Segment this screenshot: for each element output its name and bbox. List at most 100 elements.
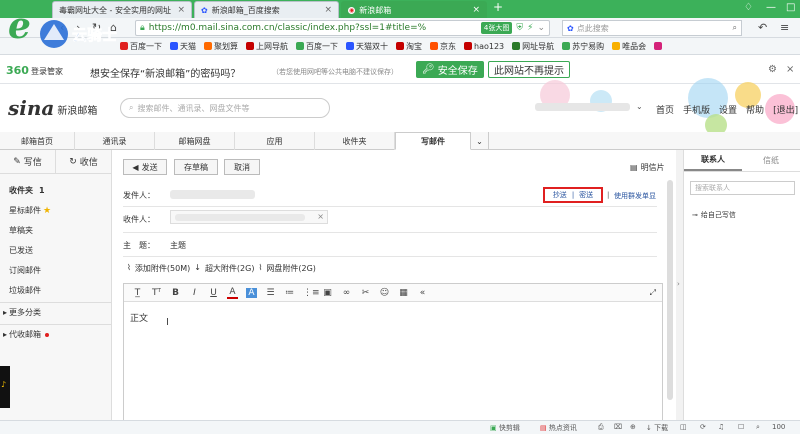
icon-shortcut[interactable]: ☐ [738, 423, 744, 431]
bookmark-item[interactable]: 百度一下 [296, 41, 338, 52]
font-color-icon[interactable]: A [227, 287, 238, 299]
sidebar-item-more[interactable]: ▸ 更多分类 [3, 307, 41, 318]
music-widget[interactable]: ♪ [0, 366, 10, 408]
close-icon[interactable]: × [786, 64, 794, 75]
icon-shortcut[interactable]: ⊕ [630, 423, 636, 431]
add-attachment-link[interactable]: 添加附件(50M) [135, 263, 190, 274]
write-to-self-link[interactable]: ⊸ 给自己写信 [692, 210, 736, 220]
gear-icon[interactable]: ⚙ [768, 64, 777, 75]
bookmark-item[interactable]: 京东 [430, 41, 456, 52]
mail-search-input[interactable]: ⌕ 搜索邮件、通讯录、网盘文件等 [120, 98, 330, 118]
icon-shortcut[interactable]: ◫ [680, 423, 687, 431]
link-logout[interactable]: [退出] [773, 103, 798, 116]
bookmark-item[interactable]: 淘宝 [396, 41, 422, 52]
sidebar-item-proxy-mail[interactable]: ▸ 代收邮箱 [3, 329, 50, 340]
tab-mail-home[interactable]: 邮箱首页 [0, 132, 75, 150]
bookmark-item[interactable]: 天猫双十 [346, 41, 388, 52]
close-icon[interactable]: × [472, 5, 480, 15]
cloud-attachment-link[interactable]: 网盘附件(2G) [266, 263, 316, 274]
tab-cloud-drive[interactable]: 邮箱网盘 [155, 132, 235, 150]
browser-search-input[interactable]: ✿ 点此搜索 ⌕ [562, 20, 742, 36]
font-icon[interactable]: T̲ [132, 288, 143, 298]
sidebar-item-subscriptions[interactable]: 订阅邮件 [9, 265, 41, 276]
search-icon[interactable]: ⌕ [733, 23, 737, 33]
bookmark-item[interactable]: hao123 [464, 42, 504, 51]
link-icon[interactable]: ∞ [341, 288, 352, 298]
expand-icon[interactable]: ⤢ [650, 288, 656, 298]
italic-icon[interactable]: I [189, 288, 200, 298]
panel-collapse-bar[interactable]: › [676, 150, 683, 420]
save-password-button[interactable]: 🔑︎ 安全保存 [416, 61, 484, 78]
align-icon[interactable]: ☰ [265, 288, 276, 298]
table-icon[interactable]: ▦ [398, 288, 409, 298]
scissors-icon[interactable]: ✂ [360, 288, 371, 298]
icon-shortcut[interactable]: ⌕ [756, 423, 760, 432]
tab-contacts[interactable]: 通讯录 [75, 132, 155, 150]
compose-scrollbar[interactable] [667, 180, 673, 400]
tab-contacts-panel[interactable]: 联系人 [684, 150, 742, 171]
chevron-down-icon[interactable]: ⌄ [636, 102, 643, 111]
bookmark-item[interactable]: 天猫 [170, 41, 196, 52]
sidebar-item-starred[interactable]: 星标邮件 ★ [9, 205, 51, 216]
sidebar-item-drafts[interactable]: 草稿夹 [9, 225, 33, 236]
bcc-link[interactable]: 密送 [579, 190, 593, 200]
link-home[interactable]: 首页 [656, 103, 674, 116]
postcard-link[interactable]: ▤ 明信片 [630, 162, 665, 173]
quick-edit-item[interactable]: ▣ 快剪辑 [490, 423, 520, 433]
cc-link[interactable]: 抄送 [553, 190, 567, 200]
bookmark-item[interactable]: 网址导航 [512, 41, 554, 52]
tab-apps[interactable]: 应用 [235, 132, 315, 150]
link-help[interactable]: 帮助 [746, 103, 764, 116]
sidebar-item-inbox[interactable]: 收件夹 1 [9, 185, 45, 196]
shirt-icon[interactable]: ♢ [744, 2, 753, 13]
never-prompt-button[interactable]: 此网站不再提示 [488, 61, 570, 78]
icon-shortcut[interactable]: ♫ [718, 423, 724, 431]
font-size-icon[interactable]: Tᵀ [151, 288, 162, 298]
link-settings[interactable]: 设置 [719, 103, 737, 116]
emoji-icon[interactable]: ☺ [379, 288, 390, 298]
chevron-down-icon[interactable]: ⌄ [537, 23, 545, 33]
bold-icon[interactable]: B [170, 288, 181, 298]
indent-icon[interactable]: ⋮≡ [303, 288, 320, 298]
cancel-button[interactable]: 取消 [224, 159, 260, 175]
chevron-down-icon[interactable]: ⌄ [471, 132, 489, 150]
collapse-icon[interactable]: « [417, 288, 428, 298]
minimize-icon[interactable]: — [766, 2, 776, 13]
list-icon[interactable]: ≔ [284, 288, 295, 298]
zoom-level[interactable]: 100 [772, 423, 785, 431]
tab-compose[interactable]: 写邮件 [395, 132, 471, 150]
bookmark-item[interactable]: 唯品会 [612, 41, 646, 52]
bookmark-item[interactable]: 聚划算 [204, 41, 238, 52]
individual-send-link[interactable]: 使用群发单显 [614, 191, 656, 201]
url-input[interactable]: 🔒︎ https://m0.mail.sina.com.cn/classic/i… [135, 20, 550, 36]
bookmark-item[interactable]: 苏宁易购 [562, 41, 604, 52]
close-icon[interactable]: × [177, 5, 185, 15]
send-button[interactable]: ◀ 发送 [123, 159, 167, 175]
underline-icon[interactable]: U [208, 288, 219, 298]
contact-search-input[interactable]: 搜索联系人 [690, 181, 795, 195]
hot-news-item[interactable]: ▤ 热点资讯 [540, 423, 577, 433]
shield-icon[interactable]: ⛨ [516, 23, 523, 33]
user-account-blurred[interactable] [535, 103, 630, 111]
link-mobile[interactable]: 手机版 [683, 103, 710, 116]
download-item[interactable]: ↓ 下载 [646, 423, 668, 433]
subject-input[interactable]: 主题 [170, 240, 186, 251]
icon-shortcut[interactable]: ⟳ [700, 423, 706, 431]
new-tab-button[interactable]: + [493, 0, 503, 14]
super-attachment-link[interactable]: 超大附件(2G) [205, 263, 255, 274]
close-icon[interactable]: × [317, 212, 324, 221]
image-icon[interactable]: ▣ [322, 288, 333, 298]
icon-shortcut[interactable]: ⎙ [598, 423, 604, 432]
tab-inbox[interactable]: 收件夹 [315, 132, 395, 150]
browser-tab-baidu[interactable]: ✿ 新浪邮箱_百度搜索 × [194, 1, 339, 18]
highlight-icon[interactable]: A [246, 287, 257, 298]
icon-shortcut[interactable]: ⌧ [614, 423, 622, 431]
receive-button[interactable]: ↻ 收信 [55, 150, 111, 173]
menu-icon[interactable]: ≡ [780, 21, 789, 34]
sidebar-item-sent[interactable]: 已发送 [9, 245, 33, 256]
save-draft-button[interactable]: 存草稿 [174, 159, 218, 175]
browser-tab-sina-mail[interactable]: ◉ 新浪邮箱 × [341, 1, 487, 18]
bookmark-item[interactable]: 上网导航 [246, 41, 288, 52]
rich-text-editor[interactable]: T̲ Tᵀ B I U A A ☰ ≔ ⋮≡ ▣ ∞ ✂ ☺ ▦ « ⤢ 正文 … [123, 283, 663, 423]
write-button[interactable]: ✎ 写信 [0, 150, 55, 173]
